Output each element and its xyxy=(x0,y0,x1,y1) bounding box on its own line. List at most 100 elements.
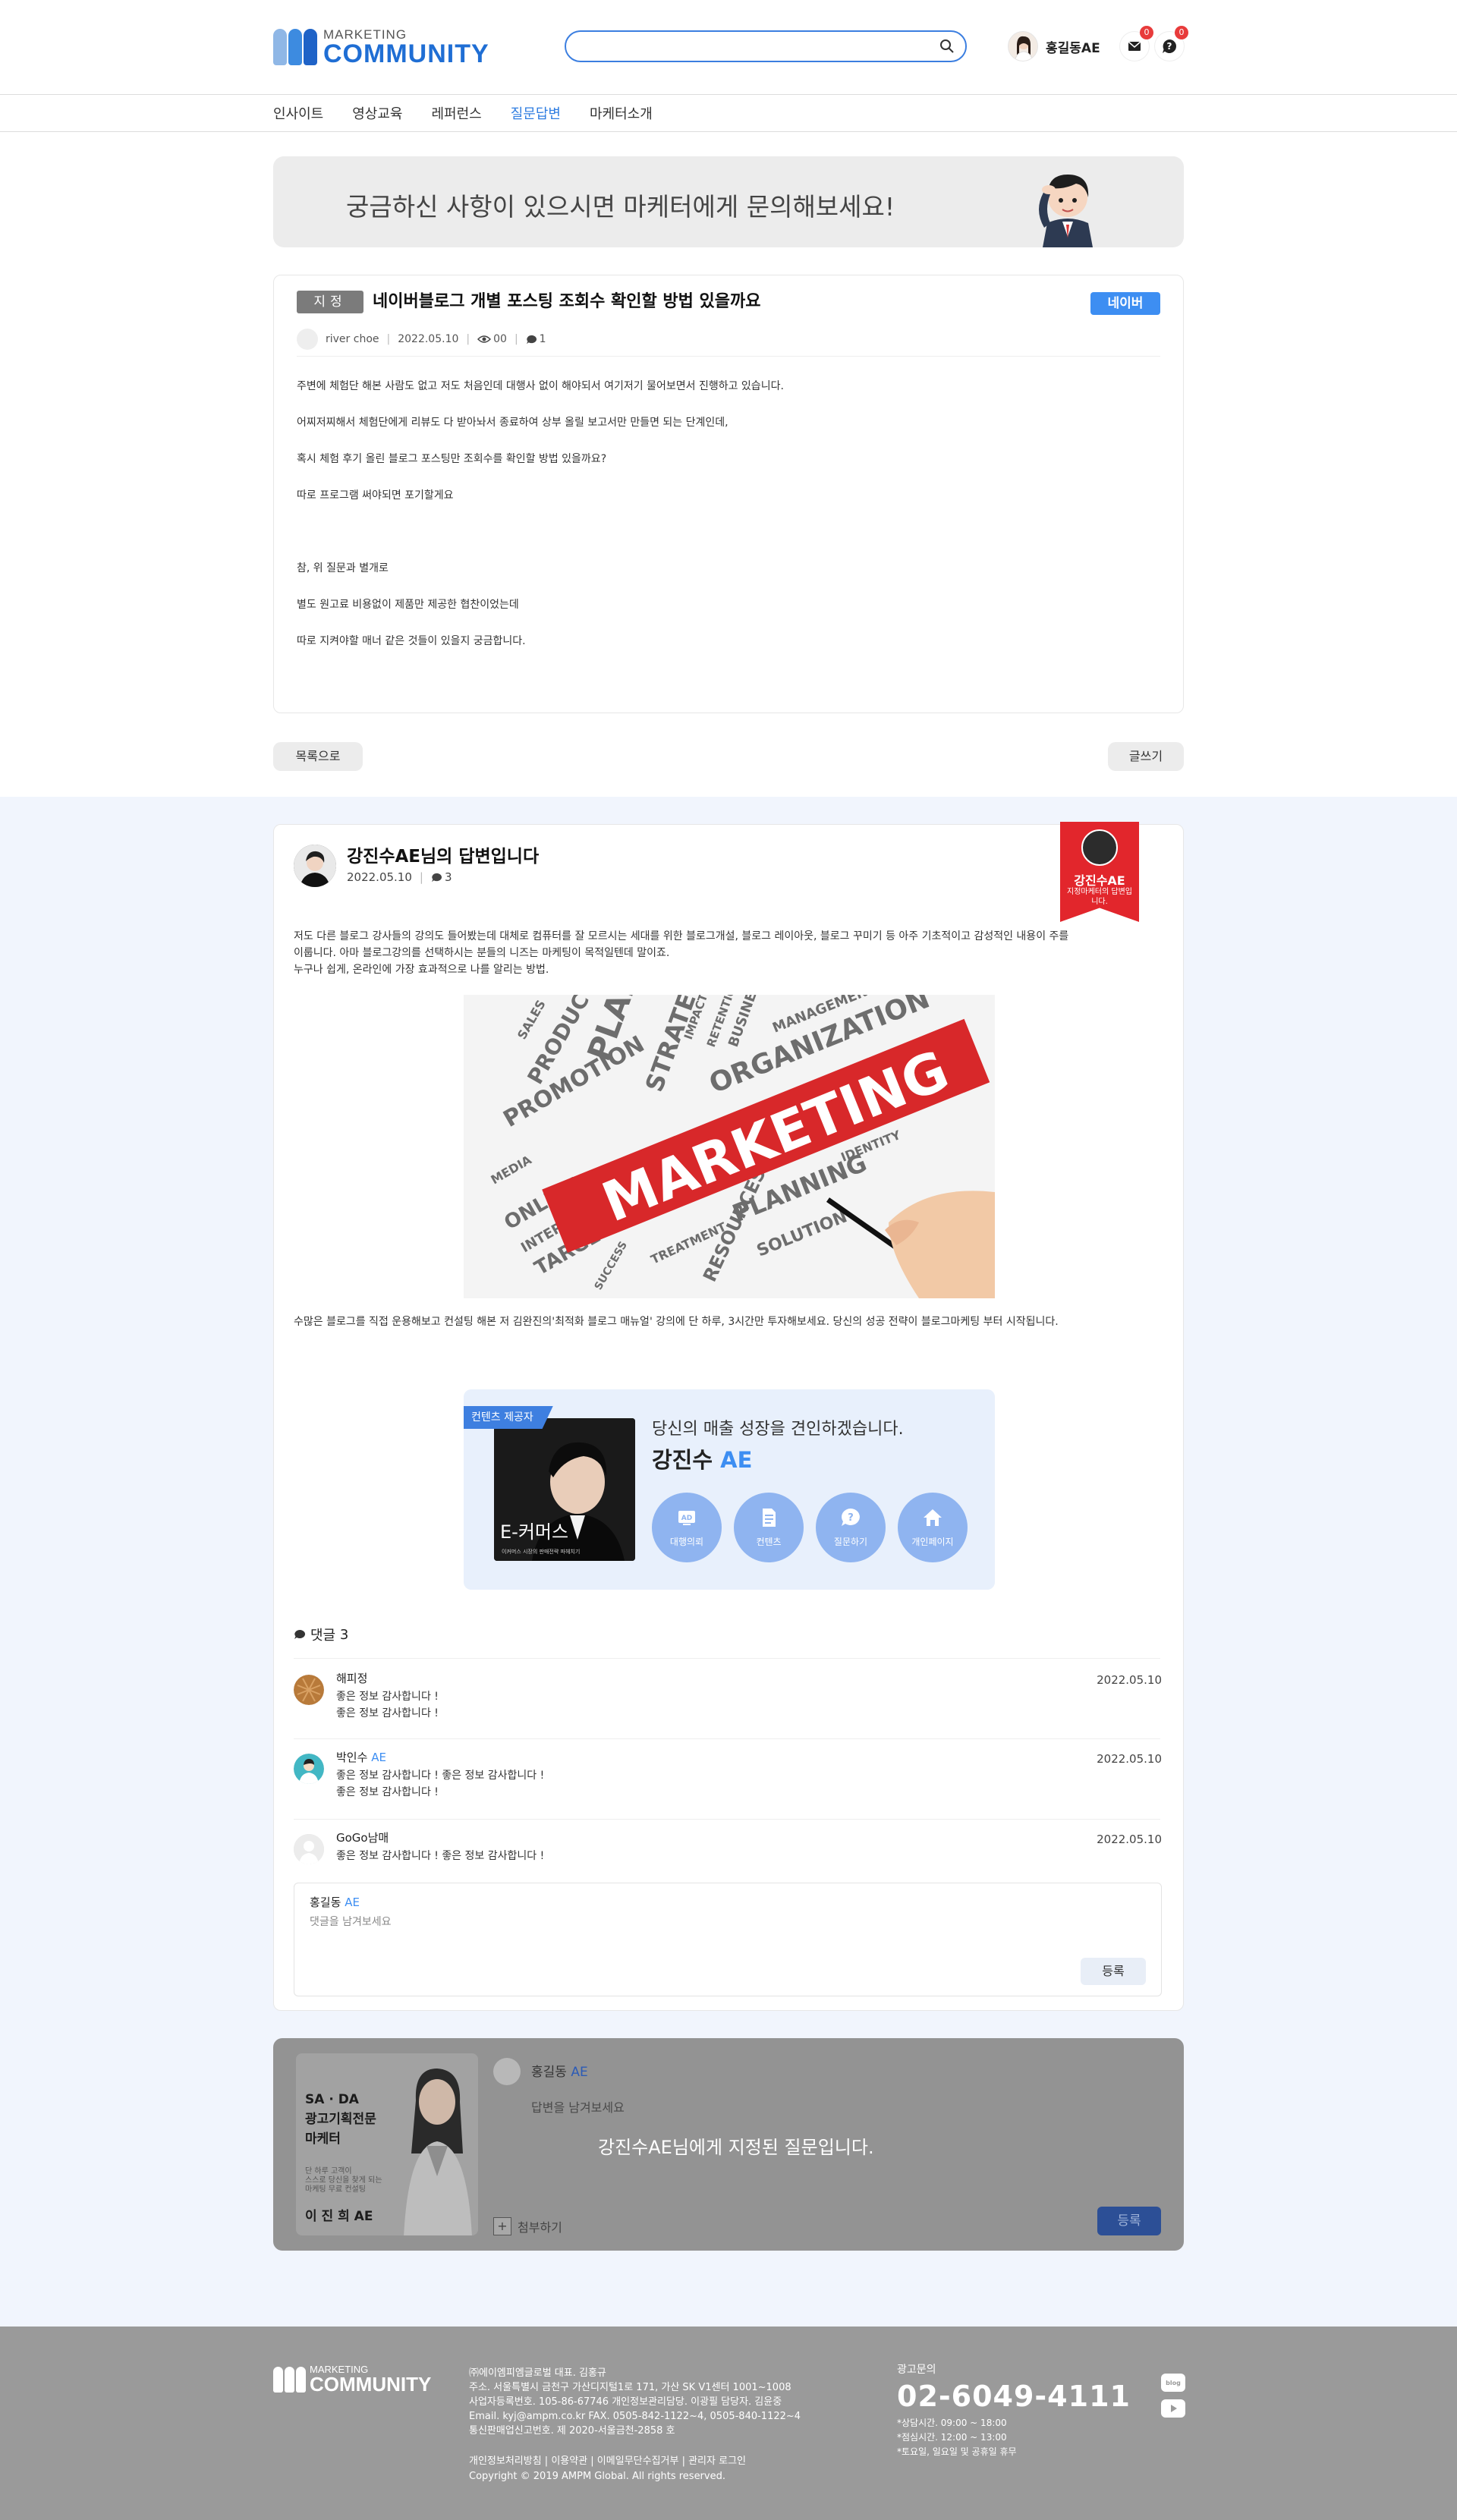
commenter-avatar xyxy=(294,1834,324,1864)
comments-header: 댓글 3 xyxy=(294,1625,348,1644)
ribbon-avatar xyxy=(1081,829,1118,866)
answer-input[interactable]: 답변을 남겨보세요 xyxy=(531,2097,625,2116)
commenter-avatar xyxy=(294,1675,324,1705)
answer-card: 강진수AE님의 답변입니다 2022.05.10 | 3 강진수AE 지정마케터… xyxy=(273,822,1184,2011)
write-button[interactable]: 글쓰기 xyxy=(1108,742,1184,771)
photo-caption: E-커머스 xyxy=(500,1521,568,1543)
commenter-name: 박인수 AE xyxy=(336,1751,386,1764)
divider xyxy=(297,356,1160,357)
answer-submit-button[interactable]: 등록 xyxy=(1097,2207,1161,2235)
promo-banner[interactable]: SA · DA 광고기획전문 마케터 단 하루 고객이 스스로 당신을 찾게 되… xyxy=(296,2053,478,2235)
locked-message: 강진수AE님에게 지정된 질문입니다. xyxy=(598,2137,874,2158)
comment-date: 2022.05.10 xyxy=(1097,1752,1162,1766)
body-line: 저도 다른 블로그 강사들의 강의도 들어봤는데 대체로 컴퓨터를 잘 모르시는… xyxy=(294,930,1069,942)
nav-item-insight[interactable]: 인사이트 xyxy=(273,103,323,123)
plus-icon: + xyxy=(493,2217,511,2235)
commenter-avatar xyxy=(294,1754,324,1784)
nav-item-marketers[interactable]: 마케터소개 xyxy=(590,103,653,123)
assigned-badge: 지정 xyxy=(297,291,363,313)
content-provider-card: E-커머스 이커머스 시장의 판매전략 파헤치기 컨텐츠 제공자 당신의 매출 … xyxy=(464,1389,995,1590)
ad-icon: AD xyxy=(678,1511,695,1525)
qna-button[interactable]: ? 0 xyxy=(1155,26,1188,61)
main-nav: 인사이트 영상교육 레퍼런스 질문답변 마케터소개 xyxy=(0,94,1457,132)
youtube-icon[interactable] xyxy=(1161,2399,1185,2418)
body-line: 주변에 체험단 해본 사람도 없고 저도 처음인데 대행사 없이 해야되서 여기… xyxy=(297,380,784,392)
qna-banner: 궁금하신 사항이 있으시면 마케터에게 문의해보세요! xyxy=(273,156,1184,247)
body-line: 누구나 쉽게, 온라인에 가장 효과적으로 나를 알리는 방법. xyxy=(294,964,549,976)
provider-tag: 컨텐츠 제공자 xyxy=(464,1406,553,1429)
footer-logo-big: COMMUNITY xyxy=(310,2373,432,2396)
blog-icon[interactable]: blog xyxy=(1161,2374,1185,2392)
ribbon-name: 강진수AE xyxy=(1074,873,1125,888)
locked-answer-box: SA · DA 광고기획전문 마케터 단 하루 고객이 스스로 당신을 찾게 되… xyxy=(273,2038,1184,2251)
back-to-list-button[interactable]: 목록으로 xyxy=(273,742,363,771)
contents-button[interactable]: 컨텐츠 xyxy=(734,1493,804,1562)
ribbon-subtext: 지정마케터의 답변입니다. xyxy=(1067,888,1132,906)
phone-number[interactable]: 02-6049-4111 xyxy=(897,2380,1131,2413)
logo-big-text: COMMUNITY xyxy=(323,39,489,68)
category-tag[interactable]: 네이버 xyxy=(1090,292,1160,315)
question-body: 주변에 체험단 해본 사람도 없고 저도 처음인데 대행사 없이 해야되서 여기… xyxy=(297,379,1131,670)
body-line: 혹시 체험 후기 올린 블로그 포스팅만 조회수를 확인할 방법 있을까요? xyxy=(297,453,607,465)
promo-title: SA · DA 광고기획전문 마케터 xyxy=(305,2092,376,2147)
nav-item-reference[interactable]: 레퍼런스 xyxy=(432,103,482,123)
logo-mark-icon xyxy=(273,27,317,67)
footer-links[interactable]: 개인정보처리방침 | 이용약관 | 이메일무단수집거부 | 관리자 로그인 Co… xyxy=(469,2454,746,2484)
divider xyxy=(294,1819,1160,1820)
post-date: 2022.05.10 xyxy=(398,333,459,345)
writer-name: 홍길동 AE xyxy=(310,1896,360,1909)
comment-item: 해피정 좋은 정보 감사합니다 ! 좋은 정보 감사합니다 ! 2022.05.… xyxy=(294,1670,1162,1731)
provider-photo: E-커머스 이커머스 시장의 판매전략 파헤치기 xyxy=(494,1418,635,1561)
comment-submit-button[interactable]: 등록 xyxy=(1081,1958,1146,1985)
comment-icon xyxy=(526,335,537,344)
answer-date: 2022.05.10 xyxy=(347,870,412,884)
comment-item: 박인수 AE 좋은 정보 감사합니다 ! 좋은 정보 감사합니다 ! 좋은 정보… xyxy=(294,1749,1162,1810)
comment-input[interactable]: 댓글을 남겨보세요 xyxy=(310,1914,392,1929)
answer-comment-count: 3 xyxy=(444,870,452,884)
logo-mark-icon xyxy=(273,2365,307,2394)
body-line: 별도 원고료 비용없이 제품만 제공한 협찬이었는데 xyxy=(297,599,519,611)
body-line: 어찌저찌해서 체험단에게 리뷰도 다 받아놔서 종료하여 상부 올릴 보고서만 … xyxy=(297,417,728,429)
commenter-name: 해피정 xyxy=(336,1672,368,1685)
search-box xyxy=(565,30,967,62)
comment-icon xyxy=(294,1630,306,1639)
personal-page-button[interactable]: 개인페이지 xyxy=(898,1493,968,1562)
author-name: river choe xyxy=(326,333,379,345)
site-logo[interactable]: MARKETING COMMUNITY xyxy=(273,26,489,68)
nav-item-video[interactable]: 영상교육 xyxy=(352,103,402,123)
banner-text: 궁금하신 사항이 있으시면 마케터에게 문의해보세요! xyxy=(346,192,895,222)
comments-label: 댓글 xyxy=(310,1628,336,1644)
comment-text: 좋은 정보 감사합니다 ! 좋은 정보 감사합니다 ! xyxy=(336,1691,439,1719)
eye-icon xyxy=(477,335,492,343)
answerer-avatar xyxy=(294,845,336,887)
comment-icon xyxy=(431,873,442,882)
comment-text: 좋은 정보 감사합니다 ! 좋은 정보 감사합니다 ! 좋은 정보 감사합니다 … xyxy=(336,1770,545,1798)
request-agency-button[interactable]: AD 대행의뢰 xyxy=(652,1493,722,1562)
home-icon xyxy=(924,1509,942,1526)
ask-question-button[interactable]: ? 질문하기 xyxy=(816,1493,886,1562)
answer-meta: 2022.05.10 | 3 xyxy=(347,870,452,884)
promo-name: 이 진 희 AE xyxy=(305,2209,373,2224)
view-count: 00 xyxy=(493,333,507,345)
comment-date: 2022.05.10 xyxy=(1097,1673,1162,1687)
user-profile[interactable]: 홍길동AE xyxy=(1008,30,1100,62)
blog-icon-label: blog xyxy=(1166,2380,1181,2386)
mail-button[interactable]: 0 xyxy=(1120,26,1153,61)
ad-inquiry: 광고문의 02-6049-4111 *상담시간. 09:00 ~ 18:00 *… xyxy=(897,2361,1131,2459)
attach-button[interactable]: + 첨부하기 xyxy=(493,2217,562,2235)
qna-badge: 0 xyxy=(1175,26,1188,39)
site-header: MARKETING COMMUNITY 홍길동AE 0 ? 0 xyxy=(0,0,1457,94)
search-icon[interactable] xyxy=(939,39,955,54)
nav-item-qna[interactable]: 질문답변 xyxy=(511,103,561,123)
site-footer: MARKETING COMMUNITY ㈜에이엠피엠글로벌 대표. 김홍규 주소… xyxy=(0,2327,1457,2520)
svg-text:?: ? xyxy=(1167,41,1172,52)
marketing-word-cloud-image: PROMOTION PRODUCT PLAN STRATEGY ORGANIZA… xyxy=(464,995,995,1298)
comment-item: GoGo남매 좋은 정보 감사합니다 ! 좋은 정보 감사합니다 ! 2022.… xyxy=(294,1829,1162,1875)
commenter-name: GoGo남매 xyxy=(336,1831,389,1845)
comment-count: 1 xyxy=(539,333,546,345)
divider xyxy=(294,1658,1160,1659)
answer-body: 저도 다른 블로그 강사들의 강의도 들어봤는데 대체로 컴퓨터를 잘 모르시는… xyxy=(294,928,1151,978)
search-input[interactable] xyxy=(580,32,929,59)
footer-logo[interactable]: MARKETING COMMUNITY xyxy=(273,2364,431,2394)
body-line: 따로 지켜야할 매너 같은 것들이 있을지 궁금합니다. xyxy=(297,635,526,647)
